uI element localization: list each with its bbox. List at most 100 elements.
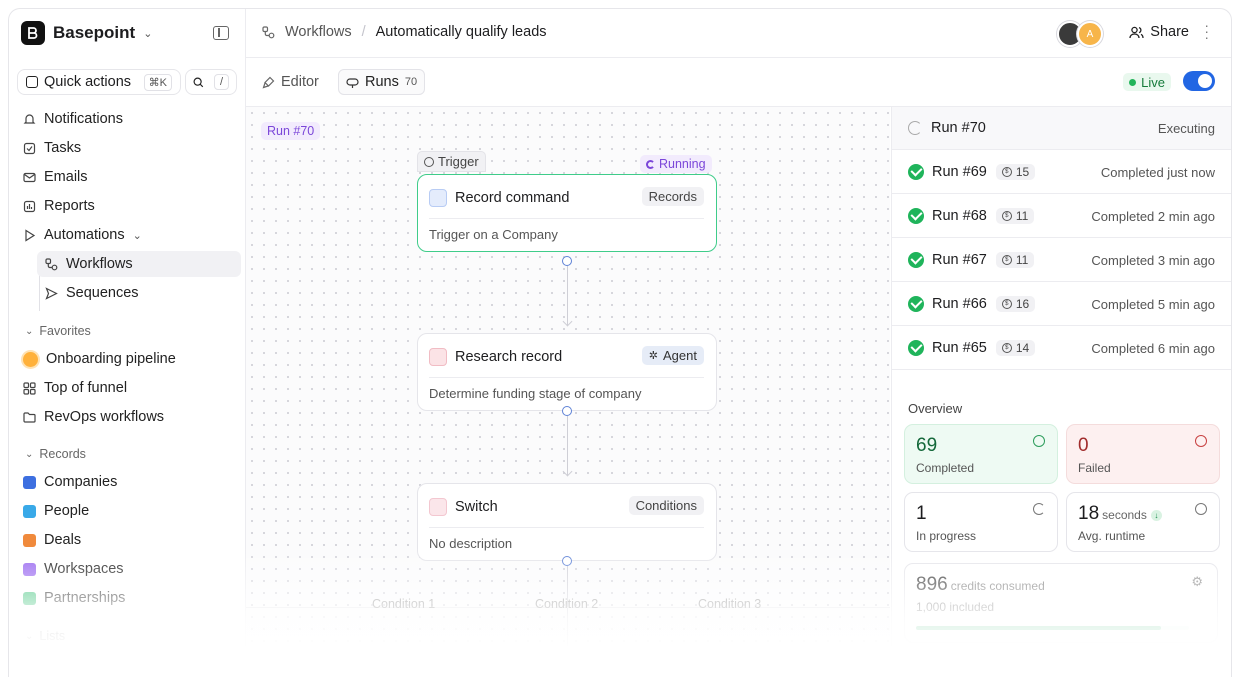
credits-value: 11 <box>1015 209 1029 223</box>
credits-badge: $11 <box>995 252 1035 268</box>
credits-card: 896 credits consumed 1,000 included ⚙ <box>904 563 1218 643</box>
check-circle-icon <box>908 340 924 356</box>
search-shortcut: / <box>213 74 229 90</box>
live-toggle[interactable] <box>1183 71 1215 91</box>
credits-consumed-value: 896 <box>916 574 948 595</box>
runtime-unit: seconds <box>1102 508 1147 522</box>
chart-icon <box>23 200 36 212</box>
credits-badge: $11 <box>995 208 1035 224</box>
building-icon <box>23 475 36 489</box>
coin-icon: $ <box>1001 167 1012 177</box>
clock-icon <box>1195 503 1207 515</box>
mail-icon <box>23 172 36 182</box>
tab-editor[interactable]: Editor <box>262 69 319 95</box>
sidebar-item-automations[interactable]: Automations ⌄ <box>23 222 142 248</box>
sidebar-item-reports[interactable]: Reports <box>23 193 95 219</box>
sidebar-item-tasks[interactable]: Tasks <box>23 135 81 161</box>
tab-runs[interactable]: Runs 70 <box>338 69 426 95</box>
run-status: Completed 2 min ago <box>1091 208 1215 224</box>
node-badge: Conditions <box>628 496 704 515</box>
sidebar-item-companies[interactable]: Companies <box>23 469 117 495</box>
coin-icon <box>23 533 36 547</box>
trend-down-icon: ↓ <box>1150 510 1162 521</box>
node-record-command[interactable]: Record command Records Trigger on a Comp… <box>417 174 717 252</box>
grid-icon <box>23 381 36 395</box>
favorites-section-toggle[interactable]: ⌄ Favorites <box>25 324 91 338</box>
share-button[interactable]: Share <box>1129 24 1189 40</box>
overview-title: Overview <box>908 401 963 416</box>
sidebar-item-workflows[interactable]: Workflows <box>37 251 241 277</box>
completed-card: 69 Completed <box>904 424 1058 484</box>
sidebar-item-onboarding-pipeline[interactable]: Onboarding pipeline <box>23 346 176 372</box>
run-status: Completed 6 min ago <box>1091 340 1215 356</box>
node-output-port[interactable] <box>562 556 572 566</box>
run-name: Run #66 <box>932 296 987 312</box>
sidebar-item-people[interactable]: People <box>23 498 89 524</box>
records-section-toggle[interactable]: ⌄ Records <box>25 447 86 461</box>
runs-panel: Run #70 Executing Run #69 $15 Completed … <box>891 107 1231 677</box>
failed-label: Failed <box>1078 461 1111 475</box>
sidebar-toggle-icon[interactable] <box>213 26 229 40</box>
run-row[interactable]: Run #67 $11 Completed 3 min ago <box>892 239 1231 282</box>
sidebar-item-notifications[interactable]: Notifications <box>23 106 123 132</box>
credits-unit: credits consumed <box>950 579 1045 593</box>
favorites-section-title: Favorites <box>39 324 91 338</box>
run-row[interactable]: Run #69 $15 Completed just now <box>892 151 1231 194</box>
quick-actions-button[interactable]: Quick actions ⌘K <box>17 69 181 95</box>
failed-card: 0 Failed <box>1066 424 1220 484</box>
sidebar-item-top-of-funnel[interactable]: Top of funnel <box>23 375 127 401</box>
node-research-record[interactable]: Research record ✲ Agent Determine fundin… <box>417 333 717 411</box>
node-output-port[interactable] <box>562 256 572 266</box>
run-status: Completed 3 min ago <box>1091 252 1215 268</box>
more-options-icon[interactable]: · · · <box>1204 18 1209 44</box>
run-name: Run #67 <box>932 252 987 268</box>
spinner-icon <box>646 159 655 169</box>
workspace-switcher[interactable]: Basepoint ⌄ <box>21 21 152 45</box>
quick-actions-shortcut: ⌘K <box>143 73 172 91</box>
credits-value-wrap: 896 credits consumed <box>916 574 1045 596</box>
failed-value: 0 <box>1078 435 1089 456</box>
search-button[interactable]: / <box>185 69 237 95</box>
run-row[interactable]: Run #68 $11 Completed 2 min ago <box>892 195 1231 238</box>
runs-icon <box>346 77 359 88</box>
node-description: Determine funding stage of company <box>429 386 642 401</box>
lists-section-toggle[interactable]: ⌄ Lists <box>25 629 65 643</box>
records-section-title: Records <box>39 447 86 461</box>
condition-label: Condition 3 <box>698 597 762 611</box>
coin-icon: $ <box>1001 211 1012 221</box>
run-name: Run #69 <box>932 164 987 180</box>
collaborator-avatars[interactable]: A <box>1057 21 1103 47</box>
sidebar-item-label: Reports <box>44 198 95 214</box>
avatar: A <box>1077 21 1103 47</box>
workspace-name: Basepoint <box>53 23 136 42</box>
sparkle-icon: ✲ <box>648 350 659 362</box>
run-name: Run #68 <box>932 208 987 224</box>
workflow-canvas[interactable]: Run #70 Trigger Running Record command R… <box>246 107 890 677</box>
check-circle-icon <box>1033 435 1045 447</box>
run-row[interactable]: Run #65 $14 Completed 6 min ago <box>892 327 1231 370</box>
breadcrumb-workflows-link[interactable]: Workflows <box>285 24 352 40</box>
breadcrumb-separator: / <box>361 24 366 40</box>
credits-badge: $15 <box>995 164 1036 180</box>
check-circle-icon <box>908 208 924 224</box>
node-title-text: Research record <box>455 349 563 365</box>
sidebar-item-emails[interactable]: Emails <box>23 164 88 190</box>
sidebar-item-label: RevOps workflows <box>44 409 165 425</box>
run-name: Run #65 <box>932 340 987 356</box>
share-label: Share <box>1150 24 1189 40</box>
sidebar: Basepoint ⌄ Quick actions ⌘K / Notificat… <box>9 9 246 677</box>
sidebar-item-workspaces[interactable]: Workspaces <box>23 556 124 582</box>
sidebar-item-partnerships[interactable]: Partnerships <box>23 585 125 611</box>
run-row[interactable]: Run #70 Executing <box>892 107 1231 150</box>
node-switch[interactable]: Switch Conditions No description <box>417 483 717 561</box>
credits-value: 15 <box>1015 165 1030 179</box>
credits-value: 11 <box>1015 253 1029 267</box>
sidebar-item-deals[interactable]: Deals <box>23 527 81 553</box>
sidebar-item-revops-workflows[interactable]: RevOps workflows <box>23 404 164 430</box>
command-icon <box>429 189 447 207</box>
run-row[interactable]: Run #66 $16 Completed 5 min ago <box>892 283 1231 326</box>
sidebar-item-sequences[interactable]: Sequences <box>45 280 139 306</box>
node-output-port[interactable] <box>562 406 572 416</box>
coin-icon: $ <box>1001 299 1012 309</box>
sidebar-item-label: People <box>44 503 90 519</box>
